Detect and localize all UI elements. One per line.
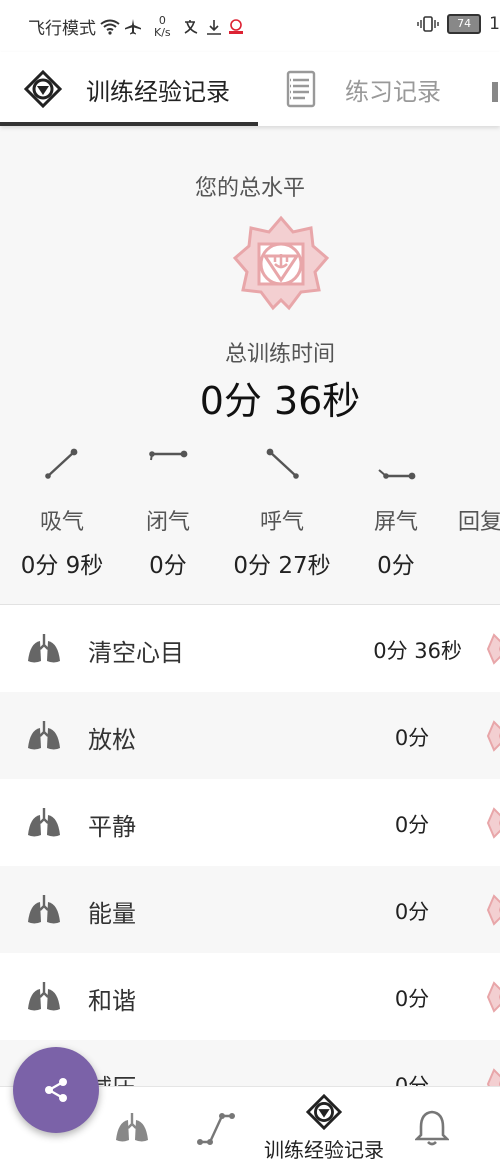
airplane-mode-label: 飞行模式 [28, 19, 96, 39]
program-name: 放松 [88, 726, 136, 754]
net-speed-unit: K/s [154, 25, 171, 39]
program-time: 0分 36秒 [373, 639, 462, 663]
lungs-icon [116, 1113, 148, 1142]
program-time: 0分 [394, 813, 430, 837]
download-icon [206, 19, 221, 35]
program-name: 能量 [88, 900, 136, 928]
nav-reminders[interactable] [412, 1087, 452, 1168]
net-speed: 0 K/s [154, 13, 171, 39]
status-right: 74 1 [417, 14, 500, 34]
chakra-icon [486, 720, 500, 752]
vibrate-icon [417, 16, 439, 32]
document-list-icon [286, 70, 316, 108]
phase-hold: 闭气 0分 [108, 448, 228, 580]
program-time: 0分 [394, 900, 430, 924]
chakra-icon [486, 981, 500, 1013]
pause-line-icon [378, 469, 416, 480]
inhale-line-icon [45, 448, 78, 479]
lungs-icon [28, 982, 60, 1011]
lungs-icon [28, 895, 60, 924]
program-name: 清空心目 [88, 639, 184, 667]
wifi-icon [100, 19, 120, 35]
tab-training-experience[interactable]: 训练经验记录 [24, 52, 230, 126]
program-time: 0分 [394, 726, 430, 750]
chakra-icon [486, 633, 500, 665]
list-item[interactable]: 清空心目 0分 36秒 [0, 605, 500, 692]
phase-value: 0分 9秒 [20, 553, 104, 579]
lungs-icon [28, 808, 60, 837]
chakra-diamond-icon [306, 1093, 342, 1130]
level-label: 您的总水平 [194, 176, 305, 201]
translate-icon [184, 19, 197, 34]
tab-overflow-edge [492, 82, 498, 102]
exhale-line-icon [266, 448, 299, 479]
root-chakra-icon [232, 215, 330, 311]
clock-clipped: 1 [489, 14, 500, 34]
share-icon [45, 1078, 67, 1102]
app-notification-icon [228, 18, 243, 34]
program-time: 0分 [394, 987, 430, 1011]
phase-value: 0分 [377, 553, 415, 579]
program-name: 平静 [88, 813, 136, 841]
status-bar: 飞行模式 0 K/s 74 1 [0, 0, 500, 52]
bell-icon [415, 1110, 449, 1146]
phase-name: 闭气 [145, 510, 190, 535]
share-button[interactable] [13, 1047, 99, 1133]
phase-name: 呼气 [259, 510, 304, 535]
lungs-icon [28, 634, 60, 663]
tab-label: 练习记录 [345, 77, 441, 106]
phase-value: 0分 [149, 553, 187, 579]
phase-inhale: 吸气 0分 9秒 [2, 448, 122, 580]
phase-name: 回复 [458, 510, 500, 535]
phase-name: 吸气 [39, 510, 84, 535]
program-list: 清空心目 0分 36秒 放松 0分 平静 0分 能量 0分 和谐 0分 [0, 605, 500, 1127]
list-item[interactable]: 和谐 0分 [0, 953, 500, 1040]
nav-label: 训练经验记录 [264, 1137, 384, 1162]
net-speed-value: 0 [158, 13, 166, 27]
chakra-icon [486, 807, 500, 839]
list-item[interactable]: 放松 0分 [0, 692, 500, 779]
tab-practice-records[interactable]: 练习记录 [285, 52, 441, 126]
total-time-label: 总训练时间 [224, 342, 335, 367]
lungs-icon [28, 721, 60, 750]
total-time-value: 0分 36秒 [199, 379, 361, 423]
battery-icon: 74 [447, 14, 482, 34]
tab-label: 训练经验记录 [86, 77, 230, 106]
chakra-diamond-icon [24, 70, 62, 108]
list-item[interactable]: 能量 0分 [0, 866, 500, 953]
phase-recover: 回复 [430, 448, 500, 536]
summary-section: 您的总水平 总训练时间 0分 36秒 吸气 0分 9秒 闭气 0分 呼气 0分 … [0, 126, 500, 605]
chakra-icon [486, 894, 500, 926]
list-item[interactable]: 平静 0分 [0, 779, 500, 866]
hold-line-icon [149, 450, 188, 461]
breath-pattern-icon [197, 1113, 235, 1145]
phase-exhale: 呼气 0分 27秒 [222, 448, 342, 580]
program-name: 和谐 [88, 987, 136, 1015]
nav-breathing[interactable] [110, 1087, 154, 1168]
status-left: 飞行模式 0 K/s [28, 14, 245, 39]
tab-indicator [0, 122, 258, 126]
screen: 飞行模式 0 K/s 74 1 训练经验记录 练习记录 您的总水平 总训练时间 … [0, 0, 500, 1168]
tab-bar: 训练经验记录 练习记录 [0, 52, 500, 126]
phase-value: 0分 27秒 [233, 553, 331, 579]
nav-patterns[interactable] [194, 1087, 238, 1168]
airplane-icon [125, 18, 141, 34]
nav-training-experience[interactable]: 训练经验记录 [254, 1087, 394, 1168]
phase-icon-placeholder [445, 448, 485, 482]
